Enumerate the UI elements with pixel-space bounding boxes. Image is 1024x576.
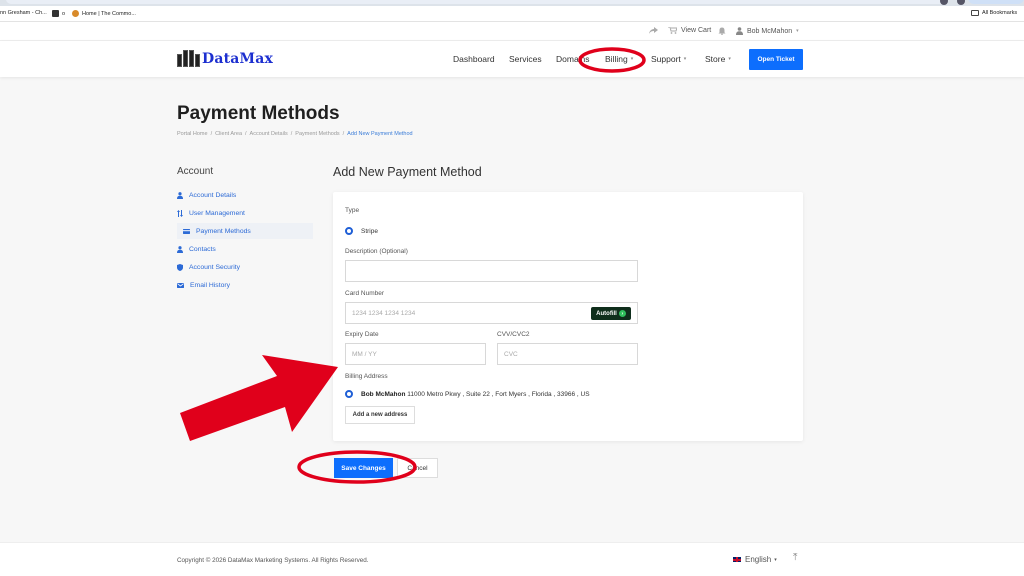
uk-flag-icon <box>732 556 742 563</box>
breadcrumb: Portal Home / Client Area / Account Detail… <box>177 131 413 137</box>
breadcrumb-current: Add New Payment Method <box>347 131 413 137</box>
billing-address-label: Billing Address <box>345 373 388 380</box>
description-input[interactable] <box>345 260 638 282</box>
card-icon <box>183 228 190 234</box>
sidebar-item-user-management[interactable]: User Management <box>177 205 245 221</box>
autofill-button[interactable]: Autofill › <box>591 307 631 320</box>
logo[interactable]: DataMax <box>177 50 273 67</box>
share-icon[interactable] <box>649 27 658 34</box>
billing-address-line: 11000 Metro Pkwy , Suite 22 , Fort Myers… <box>407 391 590 398</box>
user-name: Bob McMahon <box>747 27 793 35</box>
sidebar-item-account-security[interactable]: Account Security <box>177 259 240 275</box>
nav-support[interactable]: Support ▾ <box>651 54 686 64</box>
sidebar-title: Account <box>177 166 214 177</box>
card-number-input[interactable]: 1234 1234 1234 1234 Autofill › <box>345 302 638 324</box>
copyright: Copyright © 2026 DataMax Marketing Syste… <box>177 557 369 564</box>
main-navbar: DataMax Dashboard Services Domains Billi… <box>0 41 1024 77</box>
breadcrumb-item[interactable]: Portal Home <box>177 131 208 137</box>
bookmark-icon <box>52 10 59 17</box>
save-changes-button[interactable]: Save Changes <box>334 458 393 478</box>
form-heading: Add New Payment Method <box>333 165 482 179</box>
footer: Copyright © 2026 DataMax Marketing Syste… <box>0 542 1024 576</box>
sidebar-item-contacts[interactable]: Contacts <box>177 241 216 257</box>
card-number-label: Card Number <box>345 290 385 297</box>
cart-icon <box>668 27 677 34</box>
extension-icon[interactable] <box>940 0 948 5</box>
chevron-down-icon: ▾ <box>774 556 777 563</box>
bookmark-item[interactable]: o <box>52 10 65 17</box>
breadcrumb-item[interactable]: Client Area <box>215 131 242 137</box>
open-ticket-button[interactable]: Open Ticket <box>749 49 803 70</box>
view-cart-label: View Cart <box>681 27 712 34</box>
browser-action-button[interactable] <box>968 0 1024 4</box>
envelope-icon <box>177 282 184 288</box>
nav-services[interactable]: Services <box>509 54 542 64</box>
card-number-placeholder: 1234 1234 1234 1234 <box>352 309 416 317</box>
user-icon <box>177 191 183 199</box>
billing-name: Bob McMahon <box>361 391 406 398</box>
chevron-down-icon: ▾ <box>728 56 731 62</box>
address-bar[interactable] <box>6 0 946 4</box>
shield-icon <box>177 263 183 271</box>
expiry-label: Expiry Date <box>345 331 379 338</box>
bookmark-icon <box>72 10 79 17</box>
folder-icon <box>971 10 979 16</box>
nav-store[interactable]: Store ▾ <box>705 54 731 64</box>
profile-icon[interactable] <box>957 0 965 5</box>
server-logo-icon <box>177 50 200 67</box>
language-selector[interactable]: English ▾ <box>732 555 777 564</box>
back-to-top-icon[interactable]: ⤒ <box>793 552 797 563</box>
billing-address-text: Bob McMahon 11000 Metro Pkwy , Suite 22 … <box>361 391 590 398</box>
user-icon <box>736 27 743 35</box>
stripe-radio[interactable] <box>345 227 353 235</box>
all-bookmarks[interactable]: All Bookmarks <box>971 10 1017 16</box>
arrow-right-icon: › <box>618 310 626 317</box>
bookmark-item[interactable]: Home | The Commo... <box>72 10 136 17</box>
view-cart-link[interactable]: View Cart <box>668 27 711 34</box>
sidebar-item-payment-methods[interactable]: Payment Methods <box>177 223 313 239</box>
type-label: Type <box>345 207 360 214</box>
cvv-input[interactable]: CVC <box>497 343 638 365</box>
stripe-option-label: Stripe <box>361 228 378 235</box>
billing-address-radio[interactable] <box>345 390 353 398</box>
logo-text: DataMax <box>202 50 274 67</box>
chevron-down-icon: ▾ <box>630 56 634 62</box>
nav-billing[interactable]: Billing ▾ <box>605 54 633 64</box>
user-menu[interactable]: Bob McMahon ▾ <box>736 27 799 35</box>
nav-dashboard[interactable]: Dashboard <box>453 54 495 64</box>
add-address-button[interactable]: Add a new address <box>345 406 415 424</box>
bell-icon[interactable] <box>718 27 726 35</box>
description-label: Description (Optional) <box>345 248 408 255</box>
bookmark-item[interactable]: nn Gresham - Ch... <box>0 10 47 16</box>
breadcrumb-item[interactable]: Payment Methods <box>295 131 339 137</box>
sidebar-item-email-history[interactable]: Email History <box>177 277 230 293</box>
nav-domains[interactable]: Domains <box>556 54 590 64</box>
chevron-down-icon: ▾ <box>683 56 687 62</box>
bookmarks-bar: nn Gresham - Ch... o Home | The Commo...… <box>0 6 1024 22</box>
red-arrow-icon <box>180 355 338 441</box>
cvv-label: CVV/CVC2 <box>497 331 530 338</box>
user-icon <box>177 245 183 253</box>
chevron-down-icon: ▾ <box>796 28 799 34</box>
expiry-input[interactable]: MM / YY <box>345 343 486 365</box>
cancel-button[interactable]: Cancel <box>397 458 438 478</box>
utility-bar: View Cart Bob McMahon ▾ <box>0 22 1024 41</box>
sort-icon <box>177 209 183 217</box>
breadcrumb-item[interactable]: Account Details <box>250 131 288 137</box>
sidebar-item-account-details[interactable]: Account Details <box>177 187 236 203</box>
page-title: Payment Methods <box>177 103 340 124</box>
